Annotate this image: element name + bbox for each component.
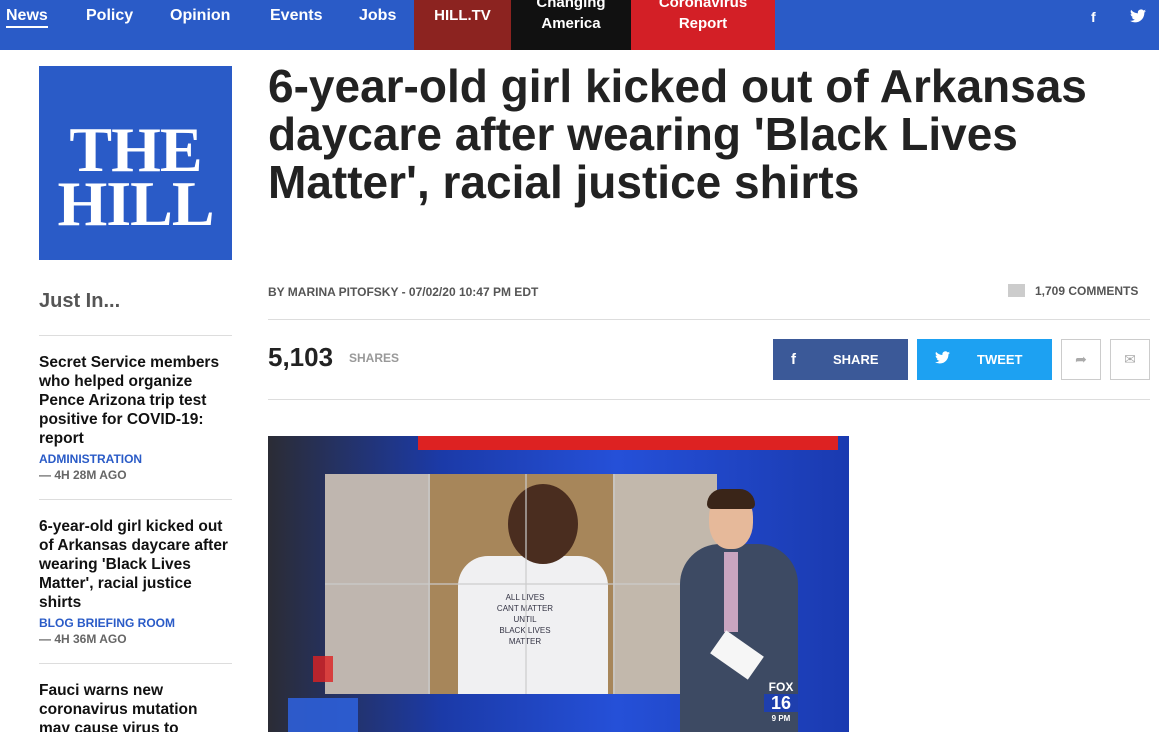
list-item-category[interactable]: BLOG BRIEFING ROOM	[39, 616, 232, 630]
nav-opinion[interactable]: Opinion	[170, 0, 230, 50]
list-item-time: — 4H 36M AGO	[39, 632, 127, 646]
divider	[268, 319, 1150, 320]
nav-hilltv[interactable]: HILL.TV	[414, 0, 511, 50]
list-item-category[interactable]: ADMINISTRATION	[39, 452, 232, 466]
email-button[interactable]: ✉	[1110, 339, 1150, 380]
facebook-icon: f	[791, 351, 796, 368]
share-arrow-button[interactable]: ➦	[1061, 339, 1101, 380]
list-item-title[interactable]: Fauci warns new coronavirus mutation may…	[39, 681, 232, 732]
list-item-time: — 4H 28M AGO	[39, 468, 127, 482]
nav-news[interactable]: News	[6, 0, 48, 50]
list-item-title[interactable]: Secret Service members who helped organi…	[39, 353, 232, 448]
top-nav: News Policy Opinion Events Jobs HILL.TV …	[0, 0, 1159, 50]
facebook-icon[interactable]: f	[1091, 9, 1096, 25]
shares-label: SHARES	[349, 351, 400, 365]
nav-jobs[interactable]: Jobs	[359, 0, 396, 50]
email-icon: ✉	[1124, 351, 1136, 367]
comments-link[interactable]: 1,709 COMMENTS	[1008, 284, 1138, 298]
divider	[39, 335, 232, 336]
divider	[39, 499, 232, 500]
article-video[interactable]: ALL LIVES CANT MATTER UNTIL BLACK LIVES …	[268, 436, 849, 732]
the-hill-logo[interactable]: THE HILL	[39, 66, 232, 260]
divider	[268, 399, 1150, 400]
nav-coronavirus-report[interactable]: Coronavirus Report	[631, 0, 775, 50]
nav-policy[interactable]: Policy	[86, 0, 133, 50]
list-item[interactable]: Fauci warns new coronavirus mutation may…	[39, 681, 232, 732]
share-arrow-icon: ➦	[1075, 351, 1087, 367]
tweet-button[interactable]: TWEET	[917, 339, 1052, 380]
list-item-title[interactable]: 6-year-old girl kicked out of Arkansas d…	[39, 517, 232, 612]
article-headline: 6-year-old girl kicked out of Arkansas d…	[268, 60, 1087, 208]
just-in-heading: Just In...	[39, 290, 121, 312]
list-item[interactable]: Secret Service members who helped organi…	[39, 353, 232, 482]
nav-events[interactable]: Events	[270, 0, 322, 50]
share-count: 5,103	[268, 342, 334, 372]
twitter-icon[interactable]	[1130, 9, 1146, 26]
fox16-logo: FOX 16 9 PM	[764, 680, 798, 730]
comment-icon	[1008, 284, 1025, 298]
facebook-share-button[interactable]: f SHARE	[773, 339, 908, 380]
nav-changing-america[interactable]: Changing America	[511, 0, 631, 50]
divider	[39, 663, 232, 664]
byline: BY MARINA PITOFSKY - 07/02/20 10:47 PM E…	[268, 285, 539, 299]
list-item[interactable]: 6-year-old girl kicked out of Arkansas d…	[39, 517, 232, 646]
twitter-icon	[935, 351, 950, 368]
